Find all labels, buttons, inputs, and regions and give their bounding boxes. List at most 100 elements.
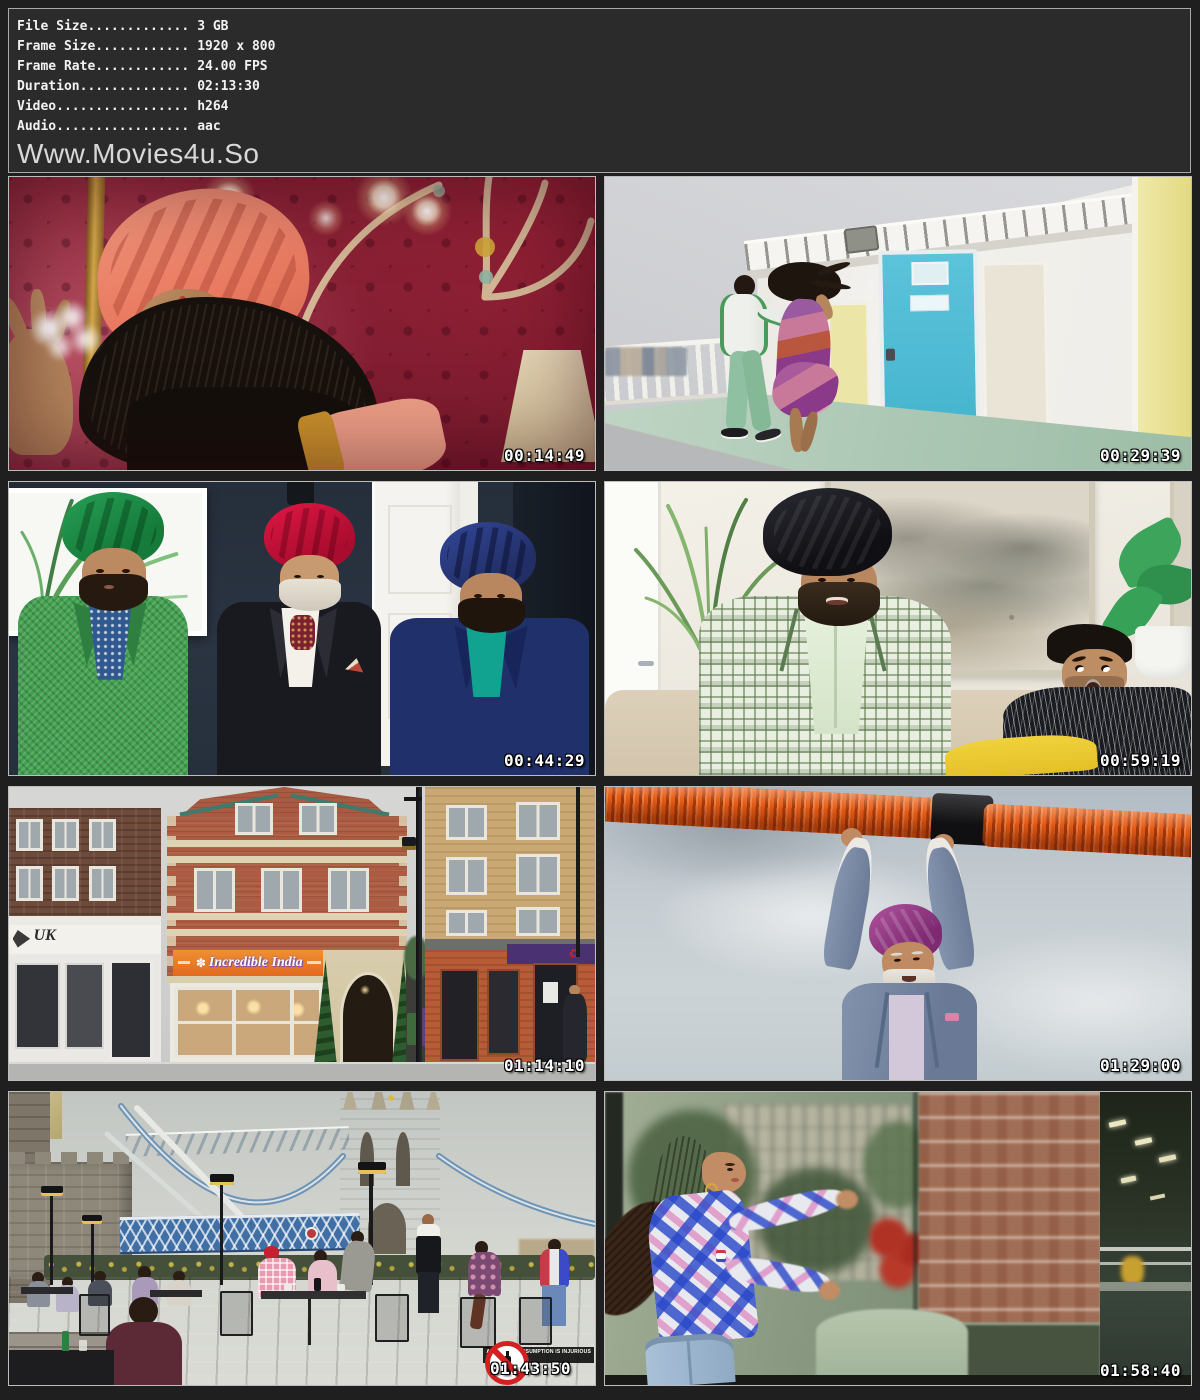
- window: [446, 857, 487, 895]
- red-turban-dot: [264, 1246, 278, 1258]
- window-railing: [1100, 1247, 1191, 1251]
- man-jacket: [720, 294, 768, 356]
- right-yellow-wall: [1132, 177, 1192, 470]
- shirt-placket: [834, 617, 837, 728]
- restaurant-sign: ✽ Incredible India: [173, 950, 325, 978]
- timestamp-overlay: 00:44:29: [504, 753, 585, 769]
- sign-small-text-bar: [307, 961, 321, 964]
- lamppost-arm: [404, 797, 422, 801]
- door-number-plate: [911, 295, 950, 312]
- lamppost: [50, 1192, 53, 1286]
- glass: [79, 1340, 87, 1351]
- info-value: 1920 x 800: [189, 39, 275, 54]
- cafe-chair: [519, 1297, 552, 1345]
- media-info-panel: File Size.............3 GB Frame Size...…: [8, 8, 1191, 173]
- screenshot-tile-4: 00:59:19: [604, 481, 1192, 776]
- window-sill: [1100, 1282, 1191, 1291]
- cafe-chair: [460, 1297, 496, 1348]
- cafe-table: [261, 1291, 366, 1299]
- white-cup: [337, 1284, 345, 1291]
- window: [446, 910, 487, 936]
- info-label: File Size.............: [17, 19, 189, 34]
- white-eyebrow: [911, 951, 923, 955]
- hand-blurred: [819, 1281, 840, 1300]
- window: [16, 866, 43, 901]
- person-in-window: [1121, 1256, 1144, 1285]
- maroon-sweater-torso: [106, 1322, 182, 1386]
- info-row-audio: Audio.................aac: [17, 117, 1180, 137]
- floral-woman-torso: [468, 1252, 500, 1296]
- door-latch: [886, 349, 895, 361]
- eye: [1101, 665, 1110, 672]
- vignette: [9, 177, 595, 470]
- painting-sliver: [1170, 482, 1192, 646]
- table-leg: [308, 1299, 311, 1346]
- vent-box: [844, 225, 880, 253]
- info-value: 02:13:30: [189, 79, 260, 94]
- cafe-chair: [375, 1294, 408, 1342]
- white-beard: [279, 579, 341, 611]
- info-value: h264: [189, 99, 228, 114]
- lamppost-lanterns: [82, 1215, 102, 1224]
- uk-sign-text: UK: [34, 927, 56, 945]
- site-watermark: Www.Movies4u.So: [17, 137, 1180, 170]
- timestamp-overlay: 01:29:00: [1100, 1058, 1181, 1074]
- shop-fascia: [9, 925, 161, 954]
- info-label: Video.................: [17, 99, 189, 114]
- screenshot-tile-6: 01:29:00: [604, 786, 1192, 1081]
- grimace-mouth: [826, 597, 848, 605]
- window: [52, 819, 79, 851]
- timestamp-overlay: 01:14:10: [504, 1058, 585, 1074]
- window: [52, 866, 79, 901]
- stone-band: [167, 929, 407, 936]
- eye: [727, 1168, 733, 1171]
- beard: [79, 574, 148, 611]
- window: [261, 868, 302, 912]
- window: [516, 907, 560, 936]
- white-planter: [1135, 626, 1192, 679]
- info-label: Frame Size............: [17, 39, 189, 54]
- grimace-beard: [798, 582, 880, 626]
- screenshot-tile-3: 00:44:29: [8, 481, 596, 776]
- window: [89, 866, 116, 901]
- window: [446, 805, 487, 840]
- cafe-table: [21, 1287, 74, 1294]
- black-turban: [763, 488, 892, 576]
- foreground-man-head: [129, 1297, 158, 1325]
- distant-town: [605, 347, 687, 376]
- info-row-framerate: Frame Rate............24.00 FPS: [17, 57, 1180, 77]
- white-eyebrow: [890, 953, 902, 957]
- window-railing: [1100, 1262, 1191, 1265]
- window: [328, 868, 369, 912]
- lamppost: [220, 1180, 223, 1285]
- jeans-seam: [687, 1340, 693, 1385]
- shop-door: [109, 960, 153, 1060]
- window: [235, 803, 273, 835]
- screenshot-tile-2: 00:29:39: [604, 176, 1192, 471]
- blue-jeans: [644, 1332, 735, 1386]
- door-chandelier-glow: [360, 985, 370, 995]
- info-value: aac: [189, 119, 220, 134]
- info-value: 24.00 FPS: [189, 59, 267, 74]
- eye: [122, 569, 130, 573]
- lamp-head: [402, 837, 416, 850]
- lamppost-lanterns: [41, 1186, 63, 1196]
- stone-band: [167, 840, 407, 847]
- eye: [317, 575, 324, 578]
- timestamp-overlay: 01:58:40: [1100, 1363, 1181, 1379]
- waiter-pants: [418, 1272, 439, 1313]
- eyebrow: [725, 1163, 735, 1166]
- info-label: Audio.................: [17, 119, 189, 134]
- stone-band: [167, 913, 407, 920]
- green-planter: [816, 1309, 968, 1385]
- info-label: Duration..............: [17, 79, 189, 94]
- pocket-square: [945, 1013, 959, 1022]
- paisley-cravat: [290, 615, 315, 650]
- shop-bay: [440, 969, 479, 1061]
- shop-glass: [65, 963, 104, 1049]
- shop-bay: [487, 969, 520, 1055]
- timestamp-overlay: 00:59:19: [1100, 753, 1181, 769]
- info-value: 3 GB: [189, 19, 228, 34]
- eye: [1075, 665, 1084, 672]
- sign-small-text-bar: [178, 961, 190, 964]
